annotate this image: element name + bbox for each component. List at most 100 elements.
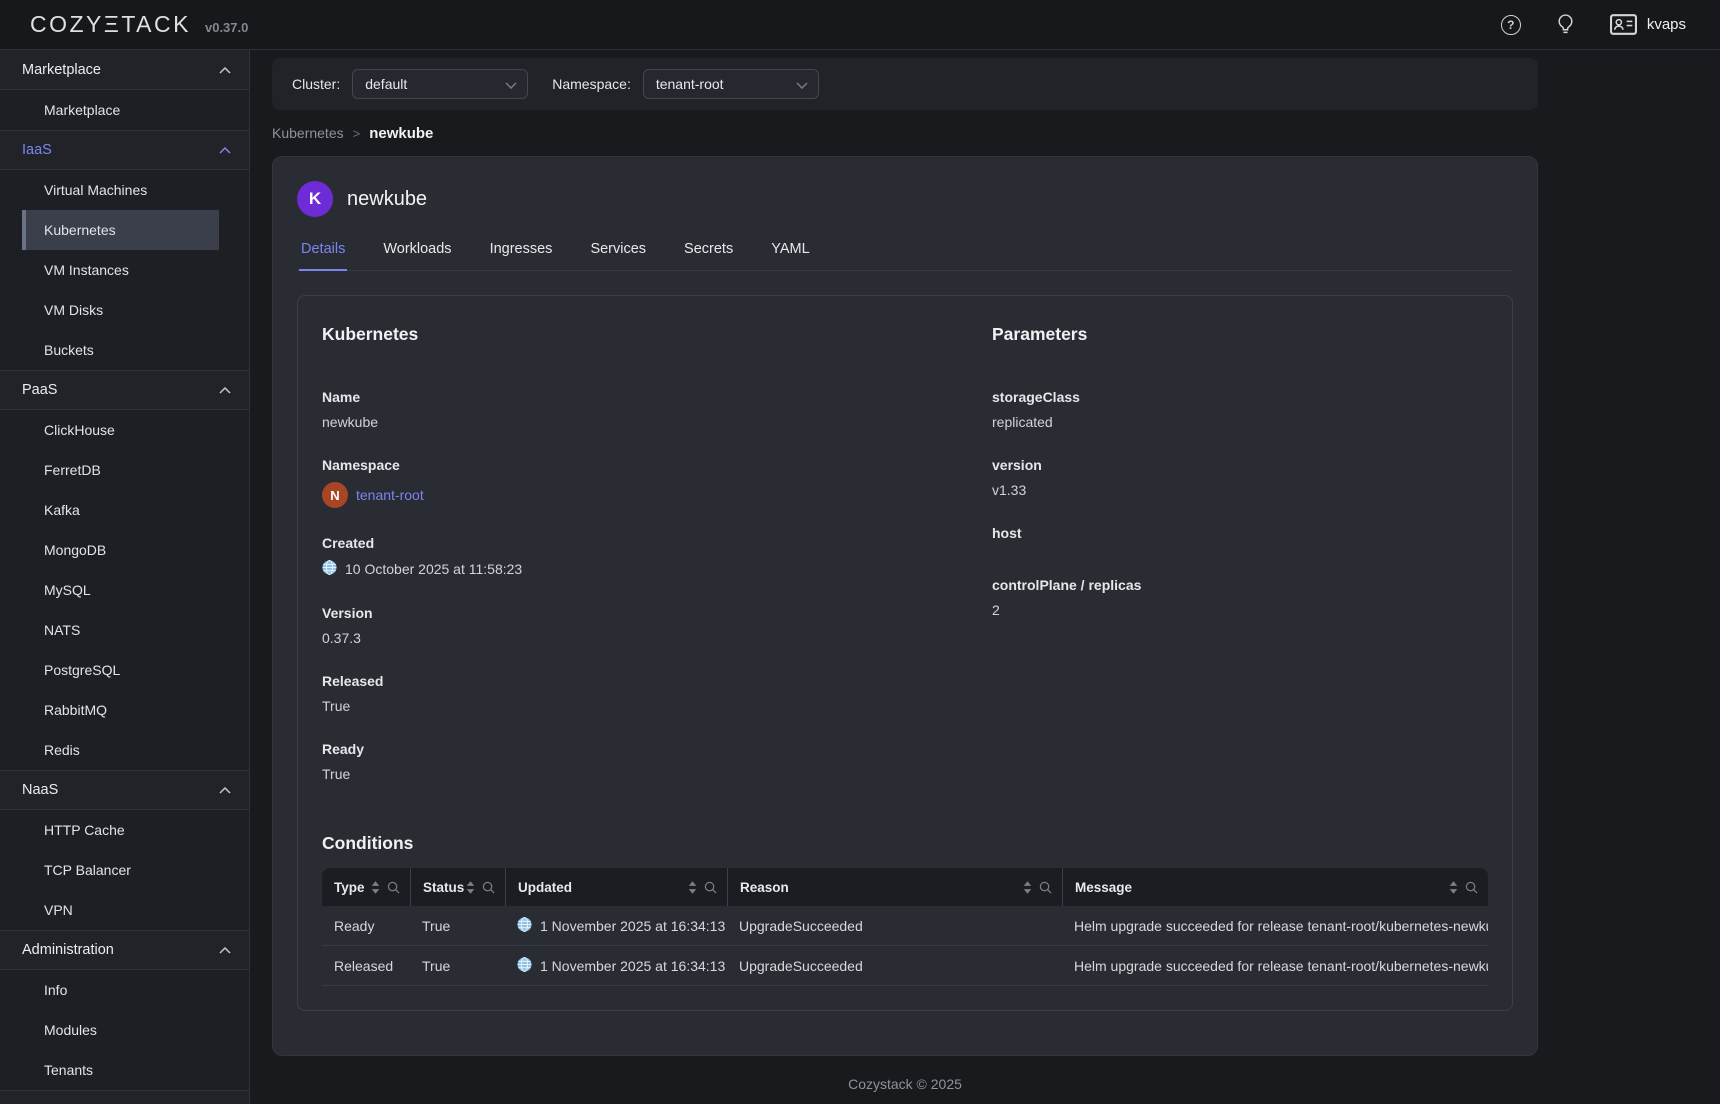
column-header-updated: Updated — [505, 868, 727, 906]
brand: COZYΞTACK v0.37.0 — [30, 11, 248, 38]
sidebar-item-kafka[interactable]: Kafka — [0, 490, 249, 530]
theme-toggle-icon[interactable] — [1557, 14, 1574, 35]
field-value: 0.37.3 — [322, 630, 992, 646]
resource-header: K newkube — [297, 181, 1513, 217]
cell-type: Released — [322, 946, 410, 985]
sidebar-item-marketplace[interactable]: Marketplace — [0, 90, 249, 130]
footer-copyright: Cozystack © 2025 — [272, 1076, 1538, 1092]
globe-icon — [517, 957, 532, 975]
item-label: NATS — [44, 622, 80, 638]
details-panel: Kubernetes Name newkube Namespace N tena… — [297, 295, 1513, 1011]
resource-card: K newkube Details Workloads Ingresses Se… — [272, 156, 1538, 1056]
sidebar-item-mysql[interactable]: MySQL — [0, 570, 249, 610]
sidebar-item-rabbitmq[interactable]: RabbitMQ — [0, 690, 249, 730]
user-menu[interactable]: kvaps — [1610, 14, 1686, 35]
sidebar-section-paas[interactable]: PaaS — [0, 370, 249, 410]
sidebar-item-virtual-machines[interactable]: Virtual Machines — [0, 170, 249, 210]
namespace-group: Namespace: tenant-root — [552, 69, 819, 99]
sidebar-item-vm-instances[interactable]: VM Instances — [0, 250, 249, 290]
sidebar-item-vpn[interactable]: VPN — [0, 890, 249, 930]
field-label: storageClass — [992, 389, 1488, 405]
item-label: VM Disks — [44, 302, 103, 318]
sort-icon[interactable] — [1023, 881, 1032, 894]
section-label: NaaS — [22, 782, 58, 798]
tab-ingresses[interactable]: Ingresses — [488, 235, 555, 270]
tab-yaml[interactable]: YAML — [769, 235, 811, 270]
search-icon[interactable] — [482, 881, 495, 894]
search-icon[interactable] — [1039, 881, 1052, 894]
namespace-link[interactable]: tenant-root — [356, 487, 424, 503]
tab-workloads[interactable]: Workloads — [381, 235, 453, 270]
search-icon[interactable] — [704, 881, 717, 894]
tab-secrets[interactable]: Secrets — [682, 235, 735, 270]
sort-icon[interactable] — [688, 881, 697, 894]
field-namespace: Namespace N tenant-root — [322, 457, 992, 508]
sidebar-item-http-cache[interactable]: HTTP Cache — [0, 810, 249, 850]
field-value: newkube — [322, 414, 992, 430]
field-released: Released True — [322, 673, 992, 714]
item-label: VM Instances — [44, 262, 129, 278]
sidebar-section-naas[interactable]: NaaS — [0, 770, 249, 810]
item-label: Tenants — [44, 1062, 93, 1078]
chevron-up-icon — [219, 781, 231, 799]
item-label: MySQL — [44, 582, 91, 598]
cell-updated: 1 November 2025 at 16:34:13 — [505, 946, 727, 985]
sidebar-section-administration[interactable]: Administration — [0, 930, 249, 970]
namespace-select[interactable]: tenant-root — [643, 69, 819, 99]
search-icon[interactable] — [387, 881, 400, 894]
sidebar-section-marketplace[interactable]: Marketplace — [0, 50, 249, 90]
sidebar-item-tenants[interactable]: Tenants — [0, 1050, 249, 1090]
tab-services[interactable]: Services — [588, 235, 648, 270]
item-label: Kubernetes — [44, 222, 116, 238]
search-icon[interactable] — [1465, 881, 1478, 894]
section-label: Administration — [22, 942, 114, 958]
breadcrumb: Kubernetes > newkube — [272, 122, 1720, 144]
sidebar-item-kubernetes[interactable]: Kubernetes — [22, 210, 219, 250]
cell-message: Helm upgrade succeeded for release tenan… — [1062, 946, 1488, 985]
sidebar-item-clickhouse[interactable]: ClickHouse — [0, 410, 249, 450]
field-label: version — [992, 457, 1488, 473]
chevron-down-icon — [796, 76, 808, 92]
sidebar-item-mongodb[interactable]: MongoDB — [0, 530, 249, 570]
cell-type: Ready — [322, 906, 410, 945]
sidebar-item-modules[interactable]: Modules — [0, 1010, 249, 1050]
resource-avatar: K — [297, 181, 333, 217]
help-icon[interactable]: ? — [1501, 15, 1521, 35]
table-header-row: Type Status Updated Reason — [322, 868, 1488, 906]
field-value: v1.33 — [992, 482, 1488, 498]
sidebar-section-iaas[interactable]: IaaS — [0, 130, 249, 170]
id-card-icon — [1610, 14, 1637, 35]
item-label: FerretDB — [44, 462, 101, 478]
main-content: Cluster: default Namespace: tenant-root … — [250, 50, 1720, 1092]
cluster-select[interactable]: default — [352, 69, 528, 99]
field-value: True — [322, 766, 992, 782]
sort-icon[interactable] — [1449, 881, 1458, 894]
namespace-value: tenant-root — [656, 76, 724, 92]
sidebar-item-buckets[interactable]: Buckets — [0, 330, 249, 370]
chevron-up-icon — [219, 381, 231, 399]
column-label: Type — [334, 880, 365, 895]
sidebar-item-vm-disks[interactable]: VM Disks — [0, 290, 249, 330]
sidebar-item-postgresql[interactable]: PostgreSQL — [0, 650, 249, 690]
sidebar-item-nats[interactable]: NATS — [0, 610, 249, 650]
sort-icon[interactable] — [371, 881, 380, 894]
chevron-up-icon — [219, 61, 231, 79]
item-label: VPN — [44, 902, 73, 918]
field-label: Version — [322, 605, 992, 621]
tab-details[interactable]: Details — [299, 235, 347, 271]
sidebar-item-ferretdb[interactable]: FerretDB — [0, 450, 249, 490]
sidebar-item-info[interactable]: Info — [0, 970, 249, 1010]
field-label: Created — [322, 535, 992, 551]
sidebar-item-redis[interactable]: Redis — [0, 730, 249, 770]
sort-icon[interactable] — [466, 881, 475, 894]
chevron-up-icon — [219, 941, 231, 959]
breadcrumb-link-kubernetes[interactable]: Kubernetes — [272, 125, 344, 141]
cell-reason: UpgradeSucceeded — [727, 906, 1062, 945]
namespace-avatar: N — [322, 482, 348, 508]
sidebar-item-tcp-balancer[interactable]: TCP Balancer — [0, 850, 249, 890]
field-ready: Ready True — [322, 741, 992, 782]
cell-status: True — [410, 906, 505, 945]
section-heading-kubernetes: Kubernetes — [322, 324, 992, 345]
item-label: MongoDB — [44, 542, 106, 558]
sidebar-divider — [0, 1090, 249, 1104]
